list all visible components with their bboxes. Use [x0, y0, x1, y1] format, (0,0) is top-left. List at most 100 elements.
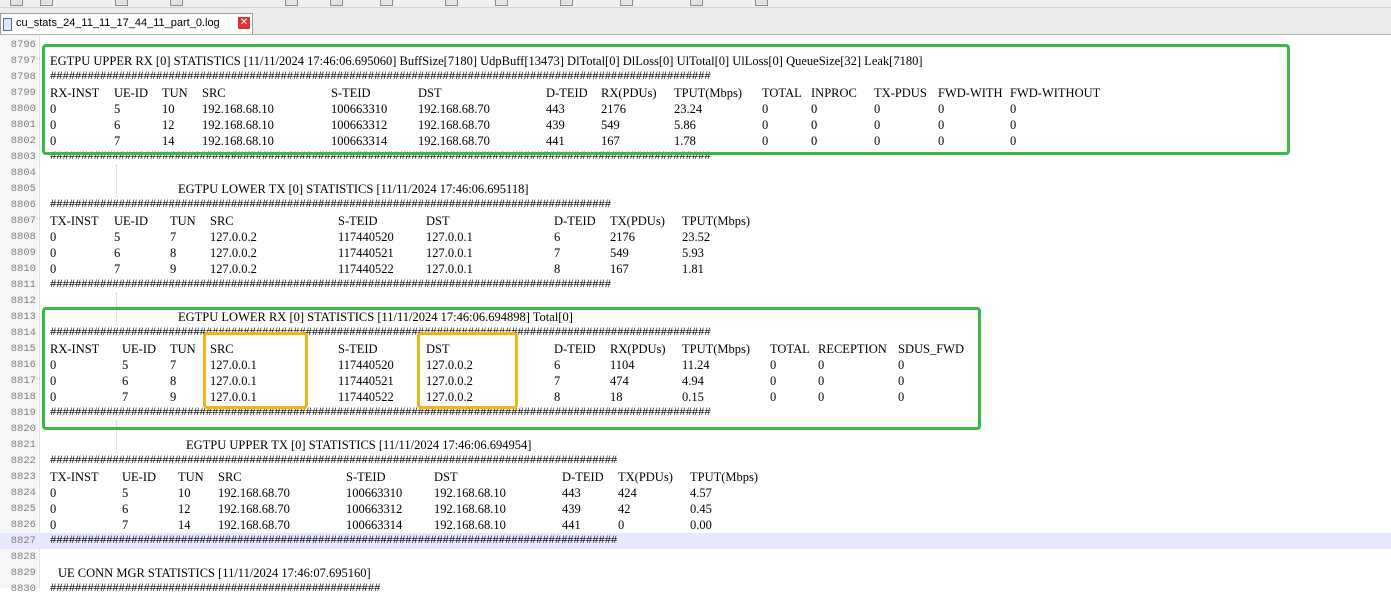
toolbar-button-icon[interactable] [10, 0, 23, 6]
editor-line[interactable]: 8808 0 5 7 127.0.0.2 117440520 127.0.0.1 6 2176 2… [0, 229, 1391, 245]
table-header-cell: TX-INST [50, 214, 99, 228]
table-cell: 443 [562, 486, 581, 500]
toolbar-button-icon[interactable] [445, 0, 458, 6]
toolbar-button-icon[interactable] [690, 0, 703, 6]
editor-line[interactable]: 8813 EGTPU LOWER RX [0] STATISTICS [11/11… [0, 309, 1391, 325]
table-cell: 4.57 [690, 486, 712, 500]
table-cell: 7 [122, 390, 129, 404]
editor-line[interactable]: 8797 EGTPU UPPER RX [0] STATISTICS [11/11… [0, 53, 1391, 69]
table-header-cell: TX(PDUs) [610, 214, 665, 228]
table-header-cell: RECEPTION [818, 342, 887, 356]
table-cell: 0 [874, 118, 881, 132]
table-header-cell: TX(PDUs) [618, 470, 673, 484]
editor-line[interactable]: 8827 ####################################… [0, 533, 1391, 549]
table-header-cell: S-TEID [346, 470, 386, 484]
table-header-cell: UE-ID [122, 342, 157, 356]
editor-line[interactable]: 8805 EGTPU LOWER TX [0] STATISTICS [11/11… [0, 181, 1391, 197]
editor-line[interactable]: 8798 ####################################… [0, 69, 1391, 85]
toolbar-button-icon[interactable] [560, 0, 573, 6]
editor-line[interactable]: 8801 0 6 12 192.168.68.10 100663312 192.168.68… [0, 117, 1391, 133]
hash-separator: ########################################… [50, 583, 381, 595]
editor-line[interactable]: 8823 TX-INST UE-ID TUN SRC S-TEID DST D-TEID TX(… [0, 469, 1391, 485]
editor-line[interactable]: 8799 RX-INST UE-ID TUN SRC S-TEID DST D-TEID RX(… [0, 85, 1391, 101]
line-number: 8801 [10, 119, 36, 131]
editor-pane[interactable]: 8796 8797 EGTPU UPPER RX [0] STATISTICS [1… [0, 35, 1391, 595]
toolbar-button-icon[interactable] [40, 0, 53, 6]
editor-line[interactable]: 8816 0 5 7 127.0.0.1 117440520 127.0.0.2 6 1104 1… [0, 357, 1391, 373]
editor-line[interactable]: 8806 ####################################… [0, 197, 1391, 213]
editor-line[interactable]: 8815 RX-INST UE-ID TUN SRC S-TEID DST D-TEID RX(… [0, 341, 1391, 357]
editor-line[interactable]: 8803 ####################################… [0, 149, 1391, 165]
table-cell: 100663314 [346, 518, 403, 532]
editor-line[interactable]: 8820 [0, 421, 1391, 437]
editor-line[interactable]: 8829 UE CONN MGR STATISTICS [11/11/2024 1… [0, 565, 1391, 581]
editor-line[interactable]: 8817 0 6 8 127.0.0.1 117440521 127.0.0.2 7 474 4.… [0, 373, 1391, 389]
toolbar-button-icon[interactable] [620, 0, 633, 6]
table-cell: 8 [554, 390, 561, 404]
table-header-cell: TUN [178, 470, 204, 484]
line-number: 8822 [10, 455, 36, 467]
line-number: 8818 [10, 391, 36, 403]
table-cell: 127.0.0.2 [426, 358, 473, 372]
editor-line[interactable]: 8830 ####################################… [0, 581, 1391, 597]
editor-line[interactable]: 8810 0 7 9 127.0.0.2 117440522 127.0.0.1 8 167 1.… [0, 261, 1391, 277]
editor-line[interactable]: 8807 TX-INST UE-ID TUN SRC S-TEID DST D-TEID TX(… [0, 213, 1391, 229]
table-header-cell: INPROC [811, 86, 857, 100]
table-cell: 12 [178, 502, 191, 516]
table-cell: 0 [770, 358, 777, 372]
editor-line[interactable]: 8825 0 6 12 192.168.68.70 100663312 192.168.68… [0, 501, 1391, 517]
hash-separator: ########################################… [50, 199, 611, 211]
table-cell: 0 [811, 134, 818, 148]
close-icon[interactable]: ✕ [238, 17, 250, 29]
table-header-cell: TX-PDUS [874, 86, 927, 100]
editor-line[interactable]: 8819 ####################################… [0, 405, 1391, 421]
toolbar-button-icon[interactable] [330, 0, 343, 6]
toolbar-button-icon[interactable] [380, 0, 393, 6]
toolbar [0, 0, 1391, 8]
table-cell: 0 [898, 374, 905, 388]
toolbar-button-icon[interactable] [285, 0, 298, 6]
table-cell: 192.168.68.10 [434, 518, 506, 532]
editor-line[interactable]: 8812 [0, 293, 1391, 309]
line-number: 8812 [10, 295, 36, 307]
editor-line[interactable]: 8818 0 7 9 127.0.0.1 117440522 127.0.0.2 8 18 0.1… [0, 389, 1391, 405]
table-cell: 5 [114, 230, 121, 244]
toolbar-button-icon[interactable] [115, 0, 128, 6]
table-header-cell: UE-ID [114, 86, 149, 100]
table-cell: 8 [554, 262, 561, 276]
table-cell: 0 [898, 358, 905, 372]
table-header-cell: SRC [202, 86, 226, 100]
editor-line[interactable]: 8804 [0, 165, 1391, 181]
table-cell: 127.0.0.1 [210, 358, 257, 372]
editor-line[interactable]: 8826 0 7 14 192.168.68.70 100663314 192.168.68… [0, 517, 1391, 533]
table-cell: 7 [554, 246, 561, 260]
table-cell: 100663312 [331, 118, 388, 132]
table-cell: 6 [114, 118, 121, 132]
table-cell: 127.0.0.2 [210, 230, 257, 244]
table-cell: 117440521 [338, 374, 394, 388]
editor-line[interactable]: 8814 ####################################… [0, 325, 1391, 341]
editor-line[interactable]: 8802 0 7 14 192.168.68.10 100663314 192.168.68… [0, 133, 1391, 149]
table-cell: 11.24 [682, 358, 710, 372]
editor-line[interactable]: 8809 0 6 8 127.0.0.2 117440521 127.0.0.1 7 549 5.… [0, 245, 1391, 261]
table-cell: 127.0.0.1 [426, 230, 473, 244]
editor-line[interactable]: 8828 [0, 549, 1391, 565]
editor-line[interactable]: 8824 0 5 10 192.168.68.70 100663310 192.168.68… [0, 485, 1391, 501]
tab-log-file[interactable]: cu_stats_24_11_11_17_44_11_part_0.log ✕ [0, 13, 253, 34]
table-cell: 549 [601, 118, 620, 132]
toolbar-button-icon[interactable] [755, 0, 768, 6]
editor-line[interactable]: 8800 0 5 10 192.168.68.10 100663310 192.168.68… [0, 101, 1391, 117]
toolbar-button-icon[interactable] [495, 0, 508, 6]
table-cell: 424 [618, 486, 637, 500]
editor-line[interactable]: 8811 ####################################… [0, 277, 1391, 293]
table-cell: 23.24 [674, 102, 703, 116]
table-cell: 127.0.0.1 [210, 390, 257, 404]
editor-line[interactable]: 8822 ####################################… [0, 453, 1391, 469]
editor-line[interactable]: 8796 [0, 37, 1391, 53]
table-cell: 192.168.68.70 [418, 134, 490, 148]
table-cell: 0 [50, 134, 57, 148]
toolbar-button-icon[interactable] [170, 0, 183, 6]
table-header-cell: TPUT(Mbps) [682, 214, 751, 228]
editor-line[interactable]: 8821 EGTPU UPPER TX [0] STATISTICS [11/11… [0, 437, 1391, 453]
line-number: 8816 [10, 359, 36, 371]
